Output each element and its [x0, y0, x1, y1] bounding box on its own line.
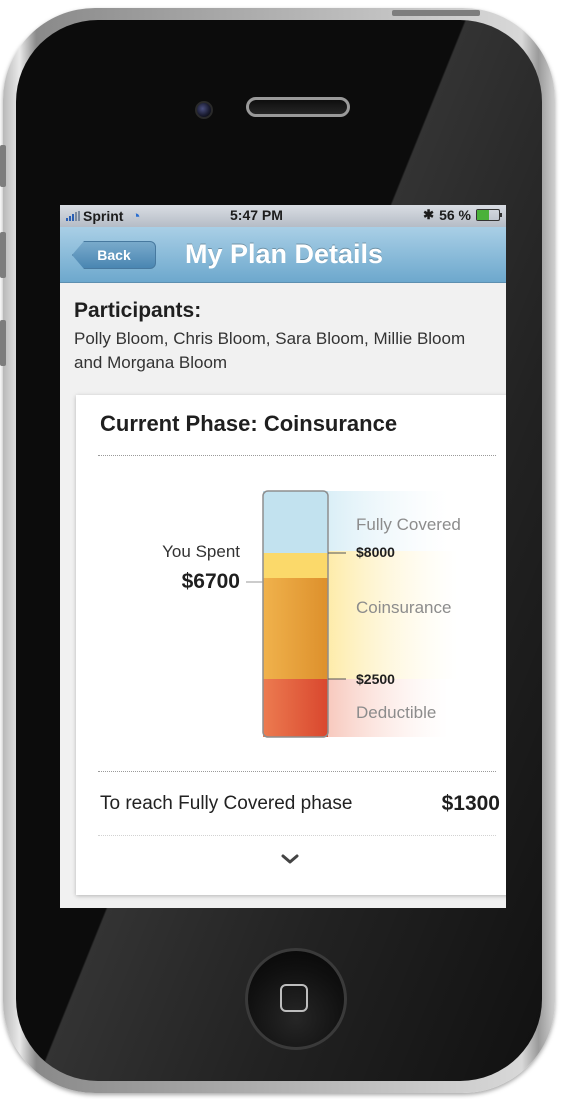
- coinsurance-segment: [263, 578, 328, 679]
- volume-down-button: [0, 320, 6, 366]
- screen: Sprint ◔ 5:47 PM ✱ 56 % Back My Plan Det…: [60, 205, 506, 908]
- front-camera: [195, 101, 213, 119]
- phase-gauge-chart: You Spent $6700 Fully Covered $8000 Coin…: [162, 490, 461, 738]
- navigation-bar: Back My Plan Details: [60, 227, 506, 283]
- phase-label-deductible: Deductible: [356, 703, 436, 722]
- fully-covered-segment: [263, 491, 328, 553]
- status-bar: Sprint ◔ 5:47 PM ✱ 56 %: [60, 205, 506, 227]
- phase-label-coinsurance: Coinsurance: [356, 598, 451, 617]
- spent-marker-segment: [263, 553, 328, 578]
- home-square-icon: [280, 984, 308, 1012]
- reach-value: $1300: [441, 792, 500, 815]
- earpiece-speaker: [246, 97, 350, 117]
- sleep-button: [392, 10, 480, 16]
- status-time: 5:47 PM: [230, 207, 283, 223]
- phase-card: Current Phase: Coinsurance You Spent $67…: [76, 395, 506, 895]
- you-spent-label: You Spent: [162, 542, 240, 561]
- deductible-segment: [263, 679, 328, 737]
- reach-divider: [98, 835, 496, 836]
- signal-bars-icon: [66, 211, 80, 221]
- threshold-label-8000: $8000: [356, 544, 395, 560]
- content: Participants: Polly Bloom, Chris Bloom, …: [60, 283, 506, 895]
- battery-charging-icon: [476, 209, 502, 221]
- status-right: ✱ 56 %: [423, 207, 502, 223]
- threshold-label-2500: $2500: [356, 671, 395, 687]
- chevron-down-icon[interactable]: [278, 851, 302, 867]
- participants-heading: Participants:: [74, 299, 202, 322]
- mute-switch: [0, 145, 6, 187]
- you-spent-value: $6700: [182, 570, 240, 593]
- participants-names: Polly Bloom, Chris Bloom, Sara Bloom, Mi…: [74, 329, 466, 372]
- back-button[interactable]: Back: [72, 241, 156, 269]
- phase-label-fully-covered: Fully Covered: [356, 515, 461, 534]
- page-title: My Plan Details: [185, 239, 384, 269]
- volume-up-button: [0, 232, 6, 278]
- battery-percent: 56 %: [439, 207, 471, 223]
- wifi-icon: ◔: [131, 207, 141, 225]
- chart-divider: [98, 771, 496, 772]
- bluetooth-icon: ✱: [423, 207, 435, 222]
- carrier-name: Sprint: [83, 208, 124, 224]
- reach-label: To reach Fully Covered phase: [100, 793, 353, 814]
